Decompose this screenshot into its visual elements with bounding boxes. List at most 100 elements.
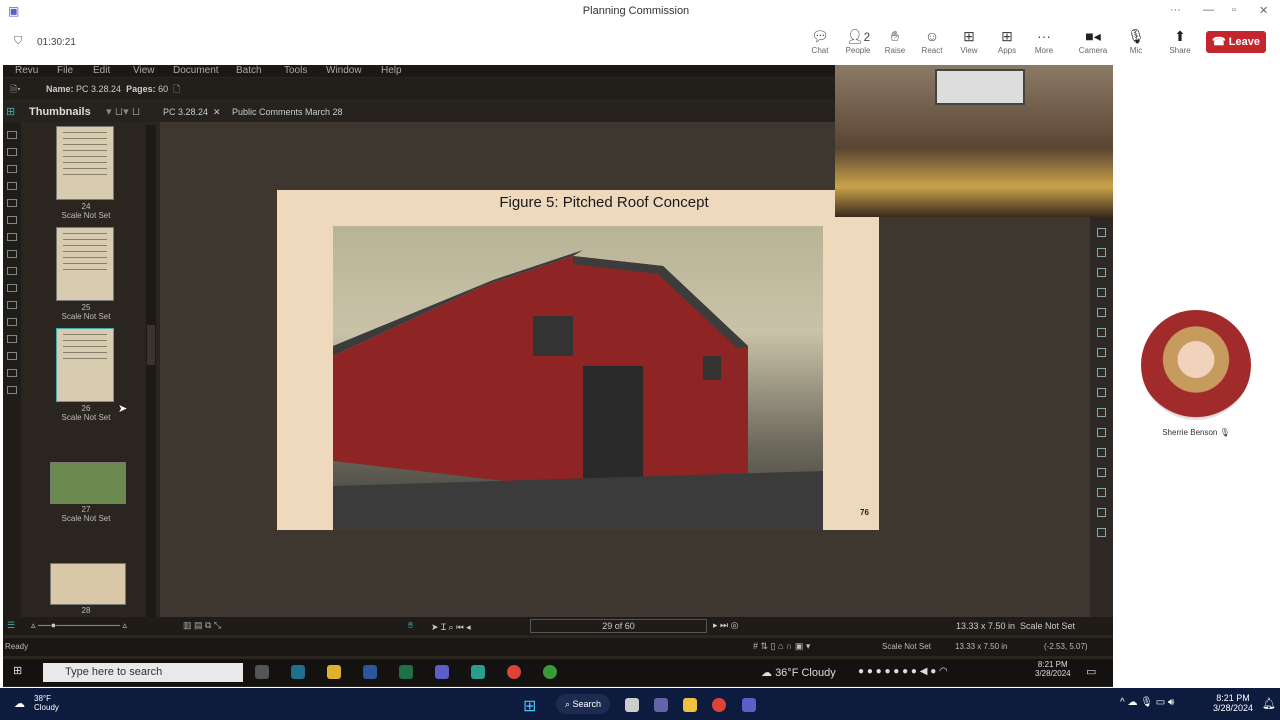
chrome-icon[interactable]: [507, 665, 521, 679]
teams-icon[interactable]: [742, 698, 756, 712]
tool-icon[interactable]: [1097, 328, 1106, 337]
tool-icon[interactable]: [7, 165, 17, 173]
explorer-icon[interactable]: [327, 665, 341, 679]
tool-icon[interactable]: [7, 267, 17, 275]
notification-icon[interactable]: ▭: [1086, 665, 1096, 678]
tool-icon[interactable]: [7, 352, 17, 360]
tool-icon[interactable]: [1097, 508, 1106, 517]
remote-start-icon[interactable]: ⊞: [13, 664, 22, 677]
thumbnail-page-25[interactable]: [56, 227, 114, 301]
menu-window[interactable]: Window: [326, 65, 362, 76]
tool-icon[interactable]: [1097, 308, 1106, 317]
tool-icon[interactable]: [7, 335, 17, 343]
tool-icon[interactable]: [7, 216, 17, 224]
app-icon[interactable]: [543, 665, 557, 679]
page-icon[interactable]: 🗋: [173, 82, 180, 98]
share-button[interactable]: ⬆ Share: [1160, 28, 1200, 56]
thumbnail-page-26[interactable]: [56, 328, 114, 402]
tool-icon[interactable]: [7, 131, 17, 139]
thumbnail-page-27[interactable]: [50, 462, 126, 504]
panel-options-icon[interactable]: ▾ ⊔▾ ⊔: [106, 105, 140, 118]
tool-icon[interactable]: [1097, 348, 1106, 357]
tool-icon[interactable]: [1097, 528, 1106, 537]
tool-icon[interactable]: [7, 233, 17, 241]
layout-icons[interactable]: ▥ ▤ ⧉ ⤡: [183, 620, 221, 631]
weather-widget[interactable]: 38°F Cloudy: [34, 694, 59, 712]
teams-icon[interactable]: [435, 665, 449, 679]
tool-icon[interactable]: [1097, 268, 1106, 277]
raise-hand-button[interactable]: ✋︎ Raise: [875, 28, 915, 56]
tab-pc-3-28-24[interactable]: PC 3.28.24 ✕: [163, 107, 221, 118]
leave-button[interactable]: ☎ Leave: [1206, 31, 1266, 53]
menu-file[interactable]: File: [57, 65, 73, 76]
mic-button[interactable]: 🎙︎ Mic: [1116, 28, 1156, 56]
tool-icon[interactable]: [1097, 228, 1106, 237]
tool-icon[interactable]: [7, 318, 17, 326]
tool-icon[interactable]: [7, 284, 17, 292]
menu-help[interactable]: Help: [381, 65, 402, 76]
thumbnails-grid-icon[interactable]: ⊞: [6, 105, 15, 118]
people-button[interactable]: 👤︎2 People: [838, 28, 878, 56]
tool-icon[interactable]: [1097, 408, 1106, 417]
system-tray-icons[interactable]: ^ ☁ 🎙︎ ▭ 🔊︎: [1120, 697, 1174, 708]
search-button[interactable]: ⌕ Search: [556, 694, 610, 714]
select-tool-icon[interactable]: ➤ Ɪ ⌕ ⏮ ◂: [431, 620, 471, 633]
next-page-icons[interactable]: ▸ ⏭ ◎: [713, 620, 738, 631]
tool-icon[interactable]: [1097, 488, 1106, 497]
apps-button[interactable]: ⊞ Apps: [987, 28, 1027, 56]
tool-icon[interactable]: [1097, 448, 1106, 457]
more-button[interactable]: ··· More: [1024, 28, 1064, 56]
tab-public-comments[interactable]: Public Comments March 28: [232, 107, 343, 117]
menu-edit[interactable]: Edit: [93, 65, 110, 76]
react-button[interactable]: ☺ React: [912, 28, 952, 56]
chat-button[interactable]: 💬︎ Chat: [800, 28, 840, 56]
menu-tools[interactable]: Tools: [284, 65, 307, 76]
tool-icon[interactable]: [7, 199, 17, 207]
thumbnails-scrollbar[interactable]: [146, 125, 156, 617]
thumbnail-page-28[interactable]: [50, 563, 126, 605]
file-explorer-icon[interactable]: [683, 698, 697, 712]
task-view-icon[interactable]: [625, 698, 639, 712]
tool-icon[interactable]: [1097, 248, 1106, 257]
tool-icon[interactable]: [1097, 468, 1106, 477]
tool-icon[interactable]: [7, 301, 17, 309]
pan-tool-icon[interactable]: ✋︎: [408, 620, 413, 631]
page-indicator[interactable]: 29 of 60: [530, 619, 707, 633]
view-button[interactable]: ⊞ View: [949, 28, 989, 56]
more-options-icon[interactable]: ···: [1170, 4, 1181, 16]
start-icon[interactable]: ⊞: [523, 696, 536, 716]
remote-tray-icons[interactable]: ● ● ● ● ● ● ● ◀ ● ◠: [858, 666, 948, 677]
remote-search-box[interactable]: Type here to search: [43, 663, 243, 682]
tool-icon[interactable]: [7, 369, 17, 377]
thumbnail-page-24[interactable]: [56, 126, 114, 200]
task-view-icon[interactable]: [255, 665, 269, 679]
list-icon[interactable]: ☰: [7, 620, 15, 631]
zoom-slider[interactable]: ▵ ──●────────── ▵: [31, 620, 127, 631]
tool-icon[interactable]: [1097, 388, 1106, 397]
tool-icon[interactable]: [1097, 368, 1106, 377]
menu-revu[interactable]: Revu: [15, 65, 38, 76]
tool-icon[interactable]: [7, 386, 17, 394]
revu-icon[interactable]: [471, 665, 485, 679]
outlook-icon[interactable]: [291, 665, 305, 679]
chrome-icon[interactable]: [712, 698, 726, 712]
status-tool-icons[interactable]: # ⇅ ▯ ⌂ ∩ ▣ ▾: [753, 641, 810, 652]
clock[interactable]: 8:21 PM 3/28/2024: [1213, 693, 1253, 713]
word-icon[interactable]: [363, 665, 377, 679]
teams-chat-icon[interactable]: [654, 698, 668, 712]
maximize-button[interactable]: ▫: [1232, 4, 1236, 16]
camera-button[interactable]: ■◂ Camera: [1073, 28, 1113, 56]
document-icon[interactable]: 🗎▾: [10, 82, 21, 98]
minimize-button[interactable]: —: [1203, 4, 1214, 16]
notification-bell-icon[interactable]: 🔔︎: [1262, 697, 1276, 710]
close-tab-icon[interactable]: ✕: [213, 107, 221, 117]
tool-icon[interactable]: [1097, 428, 1106, 437]
tool-icon[interactable]: [1097, 288, 1106, 297]
menu-document[interactable]: Document: [173, 65, 219, 76]
tool-icon[interactable]: [7, 182, 17, 190]
menu-batch[interactable]: Batch: [236, 65, 262, 76]
excel-icon[interactable]: [399, 665, 413, 679]
menu-view[interactable]: View: [133, 65, 155, 76]
tool-icon[interactable]: [7, 148, 17, 156]
tool-icon[interactable]: [7, 250, 17, 258]
